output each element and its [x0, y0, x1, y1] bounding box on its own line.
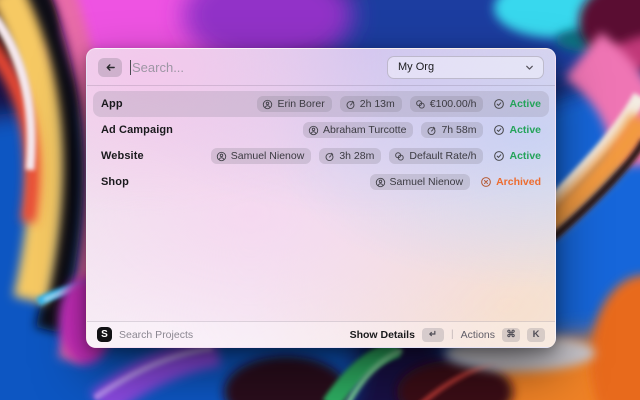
- search-input[interactable]: [132, 60, 379, 75]
- badge-label: Abraham Turcotte: [323, 124, 406, 136]
- badge-label: Erin Borer: [277, 98, 324, 110]
- badge-label: 2h 13m: [360, 98, 395, 110]
- footer-context-label: Search Projects: [119, 329, 193, 341]
- result-row-app[interactable]: App Erin Borer 2h 13m: [93, 91, 549, 117]
- badge-label: Samuel Nienow: [390, 176, 464, 188]
- check-circle-icon: [493, 98, 505, 110]
- command-key-icon: ⌘: [502, 328, 520, 342]
- org-selector[interactable]: My Org: [387, 56, 544, 79]
- member-badge: Samuel Nienow: [370, 174, 471, 190]
- palette-header: My Org: [87, 49, 555, 86]
- status-label: Active: [509, 98, 541, 110]
- coins-icon: [394, 151, 405, 162]
- person-icon: [262, 99, 273, 110]
- status-badge: Archived: [480, 176, 541, 188]
- status-label: Active: [509, 150, 541, 162]
- timer-icon: [345, 99, 356, 110]
- return-key-icon: ↵: [422, 328, 444, 342]
- row-badges: Abraham Turcotte 7h 58m: [303, 122, 484, 138]
- result-row-website[interactable]: Website Samuel Nienow 3h 28m: [93, 143, 549, 169]
- status-badge: Active: [493, 150, 541, 162]
- results-list: App Erin Borer 2h 13m: [87, 86, 555, 195]
- show-details-button[interactable]: Show Details: [350, 329, 415, 341]
- app-logo: S: [97, 327, 112, 342]
- member-badge: Samuel Nienow: [211, 148, 312, 164]
- badge-label: Default Rate/h: [409, 150, 476, 162]
- coins-icon: [415, 99, 426, 110]
- rate-badge: €100.00/h: [410, 96, 484, 112]
- status-label: Archived: [496, 176, 541, 188]
- time-badge: 2h 13m: [340, 96, 402, 112]
- arrow-left-icon: [104, 61, 117, 74]
- check-circle-icon: [493, 150, 505, 162]
- search-field-wrap: [130, 60, 379, 75]
- status-label: Active: [509, 124, 541, 136]
- text-caret: [130, 60, 131, 75]
- footer-actions: Show Details ↵ | Actions ⌘ K: [350, 328, 545, 342]
- back-button[interactable]: [98, 58, 122, 77]
- org-selector-value: My Org: [398, 61, 524, 73]
- person-icon: [375, 177, 386, 188]
- row-badges: Samuel Nienow 3h 28m Default Rate/h: [211, 148, 484, 164]
- palette-footer: S Search Projects Show Details ↵ | Actio…: [87, 321, 555, 347]
- project-name: Ad Campaign: [101, 124, 173, 136]
- status-badge: Active: [493, 98, 541, 110]
- search-palette-window: My Org App Erin Borer: [86, 48, 556, 348]
- time-badge: 7h 58m: [421, 122, 483, 138]
- timer-icon: [324, 151, 335, 162]
- project-name: App: [101, 98, 123, 110]
- member-badge: Erin Borer: [257, 96, 331, 112]
- person-icon: [216, 151, 227, 162]
- project-name: Shop: [101, 176, 129, 188]
- footer-divider: |: [451, 329, 454, 340]
- x-circle-icon: [480, 176, 492, 188]
- project-name: Website: [101, 150, 144, 162]
- desktop: My Org App Erin Borer: [0, 0, 640, 400]
- member-badge: Abraham Turcotte: [303, 122, 413, 138]
- badge-label: 7h 58m: [441, 124, 476, 136]
- badge-label: 3h 28m: [339, 150, 374, 162]
- check-circle-icon: [493, 124, 505, 136]
- result-row-shop[interactable]: Shop Samuel Nienow Archived: [93, 169, 549, 195]
- badge-label: €100.00/h: [430, 98, 477, 110]
- result-row-ad-campaign[interactable]: Ad Campaign Abraham Turcotte 7h 58m: [93, 117, 549, 143]
- timer-icon: [426, 125, 437, 136]
- k-key-icon: K: [527, 328, 545, 342]
- badge-label: Samuel Nienow: [231, 150, 305, 162]
- row-badges: Erin Borer 2h 13m €100.00/h: [257, 96, 483, 112]
- time-badge: 3h 28m: [319, 148, 381, 164]
- status-badge: Active: [493, 124, 541, 136]
- person-icon: [308, 125, 319, 136]
- row-badges: Samuel Nienow: [370, 174, 471, 190]
- chevron-down-icon: [524, 62, 535, 73]
- rate-badge: Default Rate/h: [389, 148, 483, 164]
- actions-button[interactable]: Actions: [461, 329, 495, 341]
